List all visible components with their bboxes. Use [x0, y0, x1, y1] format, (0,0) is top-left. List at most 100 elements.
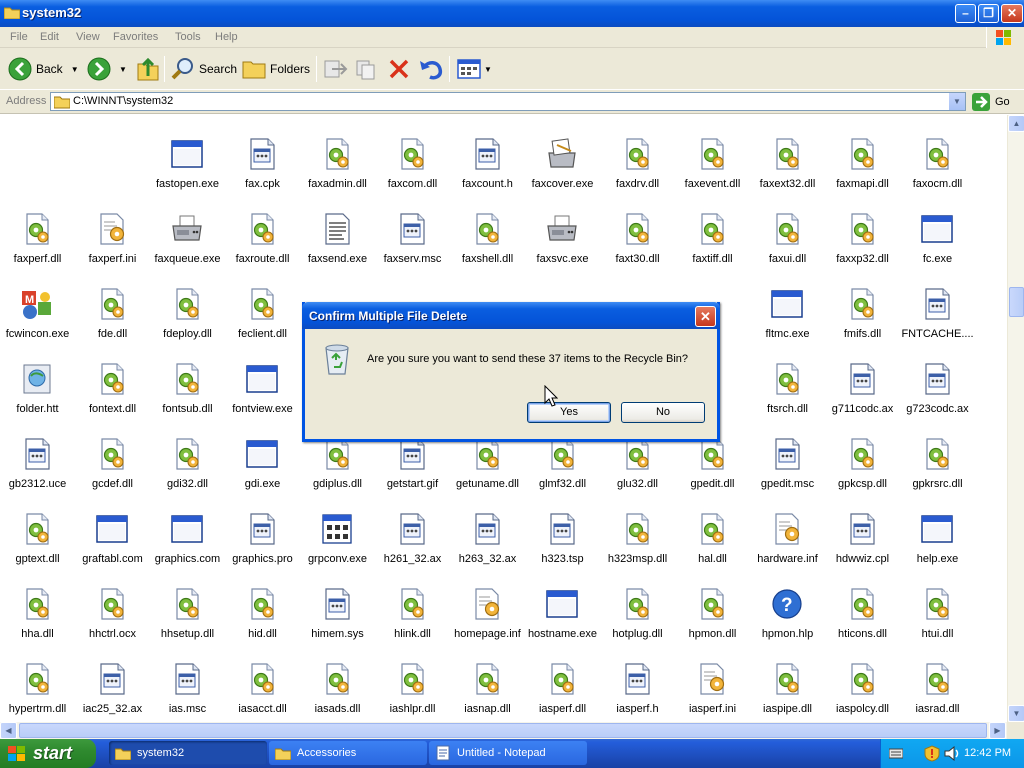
forward-button[interactable]: ▼ [87, 54, 127, 84]
close-button[interactable]: ✕ [1001, 4, 1023, 23]
file-item[interactable]: gpedit.msc [750, 415, 825, 490]
menu-view[interactable]: View [76, 31, 100, 43]
dialog-title-bar[interactable]: Confirm Multiple File Delete ✕ [302, 302, 720, 329]
file-item[interactable]: grpconv.exe [300, 490, 375, 565]
file-item[interactable]: faxcover.exe [525, 115, 600, 190]
file-item[interactable]: faxevent.dll [675, 115, 750, 190]
file-item[interactable]: graftabl.com [75, 490, 150, 565]
file-item[interactable]: iasperf.ini [675, 640, 750, 715]
file-item[interactable]: faxserv.msc [375, 190, 450, 265]
file-item[interactable]: g723codc.ax [900, 340, 975, 415]
minimize-button[interactable]: – [955, 4, 976, 23]
file-item[interactable]: hypertrm.dll [0, 640, 75, 715]
file-item[interactable]: hdwwiz.cpl [825, 490, 900, 565]
file-item[interactable]: ftsrch.dll [750, 340, 825, 415]
scroll-up-button[interactable]: ▲ [1008, 115, 1024, 132]
keyboard-icon[interactable] [889, 747, 903, 760]
file-item[interactable]: h323.tsp [525, 490, 600, 565]
back-dropdown-icon[interactable]: ▼ [71, 65, 79, 74]
file-item[interactable]: hhsetup.dll [150, 565, 225, 640]
file-item[interactable]: iasperf.dll [525, 640, 600, 715]
scroll-left-button[interactable]: ◀ [0, 722, 17, 739]
file-item[interactable]: gb2312.uce [0, 415, 75, 490]
volume-icon[interactable] [944, 746, 960, 761]
file-item[interactable]: graphics.com [150, 490, 225, 565]
file-item[interactable]: faxt30.dll [600, 190, 675, 265]
file-item[interactable]: fc.exe [900, 190, 975, 265]
file-item[interactable]: g711codc.ax [825, 340, 900, 415]
task-notepad[interactable]: Untitled - Notepad [429, 741, 587, 765]
file-item[interactable]: faxadmin.dll [300, 115, 375, 190]
scroll-down-button[interactable]: ▼ [1008, 705, 1024, 722]
file-item[interactable]: fontview.exe [225, 340, 300, 415]
file-item[interactable]: fde.dll [75, 265, 150, 340]
forward-dropdown-icon[interactable]: ▼ [119, 65, 127, 74]
move-to-button[interactable] [322, 54, 348, 84]
menu-tools[interactable]: Tools [175, 31, 201, 43]
file-item[interactable]: hid.dll [225, 565, 300, 640]
file-item[interactable]: faxshell.dll [450, 190, 525, 265]
file-item[interactable]: hpmon.dll [675, 565, 750, 640]
address-input[interactable]: C:\WINNT\system32 ▼ [50, 92, 966, 111]
file-item[interactable]: fltmc.exe [750, 265, 825, 340]
file-item[interactable]: iasads.dll [300, 640, 375, 715]
file-item[interactable]: h263_32.ax [450, 490, 525, 565]
folders-button[interactable]: Folders [242, 54, 310, 84]
file-item[interactable]: faxqueue.exe [150, 190, 225, 265]
file-item[interactable]: iasrad.dll [900, 640, 975, 715]
views-button[interactable]: ▼ [456, 54, 492, 84]
file-item[interactable]: gpkrsrc.dll [900, 415, 975, 490]
task-system32[interactable]: system32 [109, 741, 267, 765]
file-item[interactable]: fastopen.exe [150, 115, 225, 190]
file-item[interactable]: faxtiff.dll [675, 190, 750, 265]
file-item[interactable]: hardware.inf [750, 490, 825, 565]
yes-button[interactable]: Yes [527, 402, 611, 423]
file-item[interactable]: faxocm.dll [900, 115, 975, 190]
file-item[interactable]: gpkcsp.dll [825, 415, 900, 490]
file-item[interactable]: iashlpr.dll [375, 640, 450, 715]
file-item[interactable]: fax.cpk [225, 115, 300, 190]
file-item[interactable]: FNTCACHE.... [900, 265, 975, 340]
menu-file[interactable]: File [10, 31, 28, 43]
vertical-scrollbar[interactable]: ▲ ▼ [1007, 115, 1024, 722]
no-button[interactable]: No [621, 402, 705, 423]
task-accessories[interactable]: Accessories [269, 741, 427, 765]
address-dropdown-button[interactable]: ▼ [948, 93, 965, 110]
up-folder-button[interactable] [136, 54, 160, 84]
file-item[interactable]: gdi.exe [225, 415, 300, 490]
menu-edit[interactable]: Edit [40, 31, 59, 43]
file-item[interactable]: himem.sys [300, 565, 375, 640]
file-item[interactable]: gptext.dll [0, 490, 75, 565]
file-item[interactable]: iasacct.dll [225, 640, 300, 715]
file-item[interactable]: gcdef.dll [75, 415, 150, 490]
file-item[interactable]: faxperf.dll [0, 190, 75, 265]
go-button[interactable]: Go [972, 93, 1010, 111]
file-item[interactable]: hticons.dll [825, 565, 900, 640]
file-item[interactable]: help.exe [900, 490, 975, 565]
file-item[interactable]: faxcount.h [450, 115, 525, 190]
file-item[interactable]: iasperf.h [600, 640, 675, 715]
file-item[interactable]: htui.dll [900, 565, 975, 640]
file-item[interactable]: folder.htt [0, 340, 75, 415]
file-item[interactable]: fmifs.dll [825, 265, 900, 340]
file-item[interactable]: faxcom.dll [375, 115, 450, 190]
scroll-right-button[interactable]: ▶ [989, 722, 1006, 739]
file-item[interactable]: iaspipe.dll [750, 640, 825, 715]
file-item[interactable]: faxsvc.exe [525, 190, 600, 265]
security-shield-icon[interactable] [924, 745, 940, 762]
views-dropdown-icon[interactable]: ▼ [484, 65, 492, 74]
file-item[interactable]: gdi32.dll [150, 415, 225, 490]
search-button[interactable]: Search [171, 54, 237, 84]
file-item[interactable]: ias.msc [150, 640, 225, 715]
file-item[interactable]: faxui.dll [750, 190, 825, 265]
file-item[interactable]: faxroute.dll [225, 190, 300, 265]
file-item[interactable]: feclient.dll [225, 265, 300, 340]
file-item[interactable]: graphics.pro [225, 490, 300, 565]
file-item[interactable]: hhctrl.ocx [75, 565, 150, 640]
menu-favorites[interactable]: Favorites [113, 31, 158, 43]
file-item[interactable]: iaspolcy.dll [825, 640, 900, 715]
file-item[interactable]: fontsub.dll [150, 340, 225, 415]
file-item[interactable]: faxxp32.dll [825, 190, 900, 265]
file-item[interactable]: faxmapi.dll [825, 115, 900, 190]
file-item[interactable]: hpmon.hlp [750, 565, 825, 640]
